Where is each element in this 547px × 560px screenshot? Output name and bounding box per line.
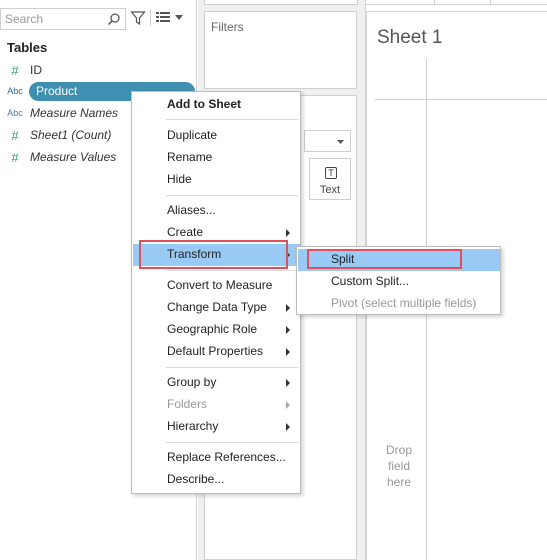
menu-item-label: Add to Sheet (167, 97, 241, 111)
list-view-icon[interactable] (156, 11, 170, 24)
submenu-arrow-icon (286, 251, 290, 259)
measure-type-icon: # (11, 149, 19, 165)
search-icon[interactable] (107, 12, 121, 26)
chevron-down-icon (337, 140, 344, 144)
submenu-arrow-icon (286, 304, 290, 312)
menu-item-label: Hierarchy (167, 419, 219, 433)
submenu-arrow-icon (286, 326, 290, 334)
toolbar-divider (150, 10, 151, 26)
transform-submenu: Split Custom Split... Pivot (select mult… (296, 246, 501, 315)
menu-separator (166, 195, 298, 196)
menu-item-label: Folders (167, 397, 208, 411)
menu-item-label: Create (167, 225, 204, 239)
field-label: Measure Values (30, 150, 117, 164)
field-context-menu: Add to Sheet Duplicate Rename Hide Alias… (131, 91, 301, 494)
field-label: Measure Names (30, 106, 119, 120)
menu-item-convert-to-measure[interactable]: Convert to Measure (133, 275, 300, 297)
mark-type-dropdown[interactable] (304, 130, 351, 152)
menu-item-label: Convert to Measure (167, 278, 273, 292)
text-mark-label: Text (319, 184, 341, 196)
field-item-id[interactable]: # ID (0, 60, 197, 80)
columns-shelf (366, 0, 547, 5)
menu-separator (166, 119, 298, 120)
submenu-arrow-icon (286, 348, 290, 356)
menu-item-pivot: Pivot (select multiple fields) (298, 293, 500, 315)
menu-item-group-by[interactable]: Group by (133, 372, 300, 394)
menu-item-label: Geographic Role (167, 322, 258, 336)
filters-title: Filters (211, 20, 244, 34)
field-label: Sheet1 (Count) (30, 128, 112, 142)
menu-item-default-properties[interactable]: Default Properties (133, 341, 300, 363)
menu-separator (166, 442, 298, 443)
menu-item-rename[interactable]: Rename (133, 147, 300, 169)
menu-separator (166, 270, 298, 271)
search-input[interactable] (1, 9, 101, 29)
sheet-title[interactable]: Sheet 1 (377, 27, 443, 49)
menu-item-label: Change Data Type (167, 300, 267, 314)
header-divider (375, 99, 547, 100)
submenu-arrow-icon (286, 229, 290, 237)
text-mark-button[interactable]: T Text (309, 158, 351, 200)
menu-separator (166, 367, 298, 368)
menu-item-label: Custom Split... (331, 274, 410, 288)
search-box[interactable] (0, 8, 126, 30)
menu-item-add-to-sheet[interactable]: Add to Sheet (133, 94, 300, 116)
submenu-arrow-icon (286, 423, 290, 431)
menu-item-replace-references[interactable]: Replace References... (133, 447, 300, 469)
menu-item-label: Group by (167, 375, 217, 389)
tables-heading: Tables (7, 40, 48, 55)
dimension-type-icon: Abc (7, 108, 23, 118)
field-label: Product (36, 84, 78, 98)
menu-item-label: Pivot (select multiple fields) (331, 296, 477, 310)
menu-item-custom-split[interactable]: Custom Split... (298, 271, 500, 293)
menu-item-label: Rename (167, 150, 213, 164)
dimension-type-icon: Abc (7, 86, 23, 96)
filter-icon[interactable] (130, 10, 146, 26)
measure-type-icon: # (11, 127, 19, 143)
submenu-arrow-icon (286, 379, 290, 387)
menu-item-aliases[interactable]: Aliases... (133, 200, 300, 222)
submenu-arrow-icon (286, 401, 290, 409)
measure-type-icon: # (11, 62, 19, 78)
menu-item-label: Duplicate (167, 128, 218, 142)
filters-shelf[interactable]: Filters (204, 11, 357, 89)
menu-item-duplicate[interactable]: Duplicate (133, 125, 300, 147)
menu-item-label: Replace References... (167, 450, 286, 464)
pages-shelf (204, 0, 358, 5)
text-icon: T (325, 167, 337, 179)
drop-field-hint[interactable]: Drop field here (381, 442, 417, 490)
menu-item-hierarchy[interactable]: Hierarchy (133, 416, 300, 438)
menu-item-folders: Folders (133, 394, 300, 416)
menu-item-describe[interactable]: Describe... (133, 469, 300, 491)
chevron-down-icon[interactable] (175, 15, 183, 20)
menu-item-change-data-type[interactable]: Change Data Type (133, 297, 300, 319)
menu-item-transform[interactable]: Transform (133, 244, 300, 266)
menu-item-label: Default Properties (167, 344, 264, 358)
field-label: ID (30, 63, 42, 77)
menu-item-create[interactable]: Create (133, 222, 300, 244)
menu-item-geographic-role[interactable]: Geographic Role (133, 319, 300, 341)
menu-item-label: Transform (167, 247, 222, 261)
shelf-divider (490, 0, 491, 5)
shelf-divider (434, 0, 435, 5)
menu-item-label: Hide (167, 172, 192, 186)
menu-item-split[interactable]: Split (298, 249, 500, 271)
menu-item-label: Split (331, 252, 355, 266)
menu-item-label: Aliases... (167, 203, 216, 217)
menu-item-label: Describe... (167, 472, 225, 486)
menu-item-hide[interactable]: Hide (133, 169, 300, 191)
